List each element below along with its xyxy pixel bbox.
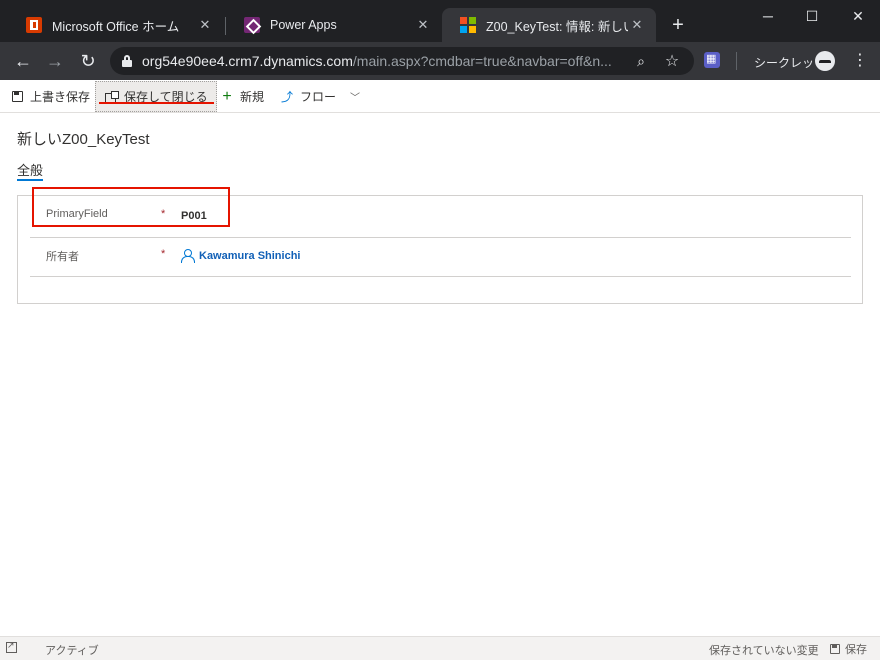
unsaved-changes-text: 保存されていない変更 bbox=[709, 645, 819, 657]
statusbar-save-button[interactable]: 保存 bbox=[830, 641, 867, 657]
close-icon[interactable]: ✕ bbox=[628, 16, 646, 34]
menu-icon[interactable]: ⋮ bbox=[852, 51, 868, 71]
bookmark-star-icon[interactable]: ☆ bbox=[663, 52, 681, 70]
maximize-button[interactable]: ☐ bbox=[790, 0, 834, 32]
browser-window: Microsoft Office ホーム ✕ Power Apps ✕ Z00_… bbox=[0, 0, 880, 660]
forward-button[interactable]: → bbox=[43, 49, 67, 73]
flow-label: フロー bbox=[300, 90, 337, 104]
tab-strip: Microsoft Office ホーム ✕ Power Apps ✕ Z00_… bbox=[0, 0, 880, 42]
person-icon bbox=[181, 249, 195, 263]
annotation-underline bbox=[99, 102, 214, 104]
new-button[interactable]: + 新規 bbox=[220, 81, 264, 112]
required-indicator: * bbox=[161, 248, 166, 260]
annotation-highlight-box bbox=[32, 187, 230, 227]
lock-icon bbox=[122, 55, 132, 67]
microsoft-logo-icon bbox=[460, 17, 476, 33]
tab-z00-keytest[interactable]: Z00_KeyTest: 情報: 新しいZ00 ✕ bbox=[442, 8, 656, 42]
tab-title: Microsoft Office ホーム bbox=[52, 19, 180, 34]
browser-toolbar: ← → ↻ org54e90ee4.crm7.dynamics.com/main… bbox=[0, 42, 880, 80]
close-window-button[interactable]: ✕ bbox=[836, 0, 880, 32]
url-text: org54e90ee4.crm7.dynamics.com/main.aspx?… bbox=[142, 53, 632, 69]
status-bar: アクティブ 保存されていない変更 保存 bbox=[0, 636, 880, 660]
extension-icon[interactable] bbox=[704, 52, 720, 68]
flow-button[interactable]: ⤴ フロー ﹀ bbox=[280, 81, 360, 112]
tab-selected-indicator bbox=[17, 179, 43, 181]
statusbar-save-label: 保存 bbox=[845, 644, 867, 656]
field-divider bbox=[30, 276, 851, 277]
command-bar: 上書き保存 保存して閉じる + 新規 ⤴ フロー ﹀ bbox=[0, 80, 880, 113]
back-button[interactable]: ← bbox=[11, 49, 35, 73]
owner-field[interactable]: Kawamura Shinichi bbox=[181, 249, 300, 263]
open-in-new-window-icon[interactable] bbox=[6, 640, 17, 653]
address-bar[interactable]: org54e90ee4.crm7.dynamics.com/main.aspx?… bbox=[110, 47, 694, 75]
reload-button[interactable]: ↻ bbox=[76, 49, 100, 73]
url-path: /main.aspx?cmdbar=true&navbar=off&n... bbox=[352, 53, 612, 69]
office-icon bbox=[26, 17, 42, 33]
save-and-close-button[interactable]: 保存して閉じる bbox=[95, 81, 217, 112]
tab-general[interactable]: 全般 bbox=[17, 160, 43, 179]
close-icon[interactable]: ✕ bbox=[414, 16, 432, 34]
tab-title: Power Apps bbox=[270, 18, 337, 32]
plus-icon: + bbox=[222, 87, 232, 105]
url-host: org54e90ee4.crm7.dynamics.com bbox=[142, 53, 353, 69]
owner-link[interactable]: Kawamura Shinichi bbox=[199, 250, 300, 262]
chevron-down-icon[interactable]: ﹀ bbox=[350, 89, 360, 104]
toolbar-separator bbox=[736, 52, 737, 70]
save-button[interactable]: 上書き保存 bbox=[10, 81, 90, 112]
new-label: 新規 bbox=[240, 90, 265, 104]
new-tab-button[interactable]: + bbox=[666, 14, 690, 38]
save-label: 上書き保存 bbox=[30, 90, 91, 104]
zoom-icon[interactable]: ⌕ bbox=[632, 52, 650, 70]
page-title: 新しいZ00_KeyTest bbox=[17, 131, 150, 148]
minimize-button[interactable]: ─ bbox=[746, 0, 790, 32]
tab-office-home[interactable]: Microsoft Office ホーム ✕ bbox=[8, 8, 224, 42]
close-icon[interactable]: ✕ bbox=[196, 16, 214, 34]
save-icon bbox=[10, 90, 24, 104]
record-status: アクティブ bbox=[45, 645, 99, 657]
power-apps-icon bbox=[244, 17, 260, 33]
tab-power-apps[interactable]: Power Apps ✕ bbox=[226, 8, 442, 42]
save-icon bbox=[830, 644, 840, 654]
owner-label: 所有者 bbox=[46, 251, 79, 263]
field-divider bbox=[30, 237, 851, 238]
incognito-icon[interactable] bbox=[815, 51, 835, 71]
tab-title: Z00_KeyTest: 情報: 新しいZ00 bbox=[486, 19, 628, 34]
flow-icon: ⤴ bbox=[280, 90, 293, 104]
